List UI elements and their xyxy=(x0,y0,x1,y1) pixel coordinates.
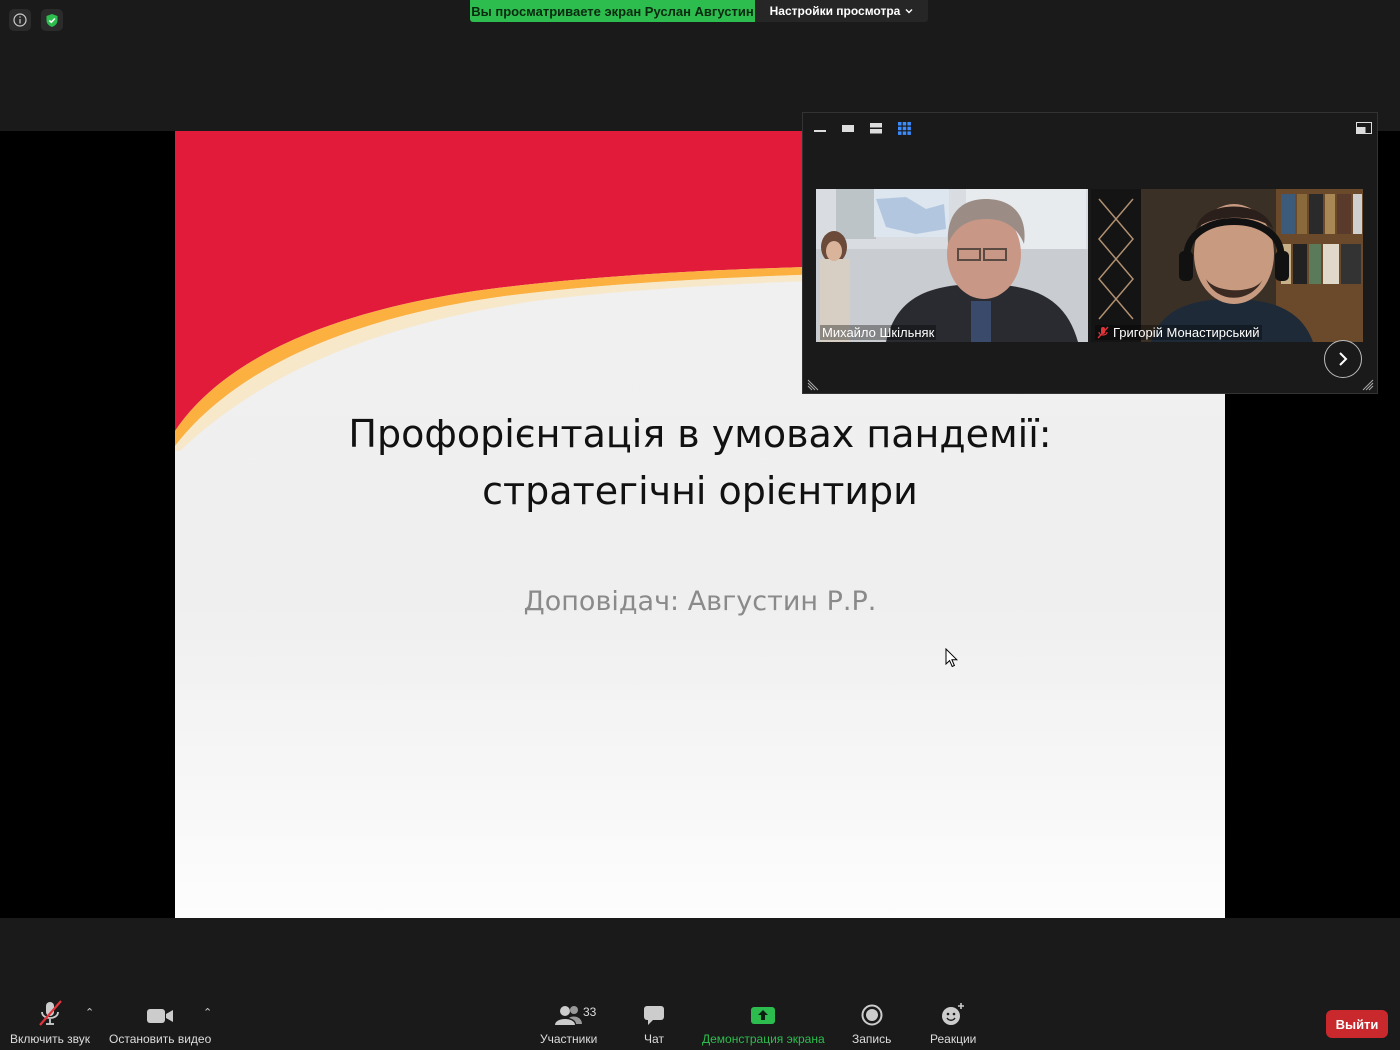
chevron-right-icon xyxy=(1339,352,1348,366)
share-screen-button[interactable]: Демонстрация экрана xyxy=(702,998,825,1046)
reactions-button[interactable]: Реакции xyxy=(930,998,976,1046)
view-options-label: Настройки просмотра xyxy=(769,4,901,18)
meeting-info-icon[interactable] xyxy=(9,9,31,31)
next-page-button[interactable] xyxy=(1324,340,1362,378)
participant-name: Григорій Монастирський xyxy=(1113,325,1260,340)
stop-video-label: Остановить видео xyxy=(109,1032,212,1046)
video-options-caret-icon[interactable]: ⌃ xyxy=(203,1006,212,1019)
minimize-icon xyxy=(814,130,826,132)
unmute-label: Включить звук xyxy=(10,1032,91,1046)
hide-video-button[interactable] xyxy=(810,121,830,135)
participant-video-image xyxy=(1091,189,1363,342)
audio-options-caret-icon[interactable]: ⌃ xyxy=(85,1006,94,1019)
single-tile-icon xyxy=(842,124,854,132)
chat-label: Чат xyxy=(644,1032,664,1046)
slide-subtitle: Доповідач: Августин Р.Р. xyxy=(523,586,877,617)
video-camera-icon xyxy=(147,1009,174,1023)
participant-name: Михайло Шкільняк xyxy=(822,325,935,340)
leave-meeting-button[interactable]: Выйти xyxy=(1326,1010,1388,1038)
reactions-label: Реакции xyxy=(930,1032,977,1046)
emoji-add-icon xyxy=(942,1003,965,1025)
chevron-down-icon xyxy=(905,9,913,14)
video-thumbnail-panel[interactable]: Михайло Шкільняк Григорій Монастирський xyxy=(802,112,1378,394)
view-options-dropdown[interactable]: Настройки просмотра xyxy=(755,0,928,22)
record-label: Запись xyxy=(852,1032,892,1046)
participant-video-image xyxy=(816,189,1088,342)
participants-icon xyxy=(554,1006,582,1025)
slide-title: Профорієнтація в умовах пандемії: страте… xyxy=(175,406,1225,520)
participant-video-tile[interactable]: Григорій Монастирський xyxy=(1091,189,1363,342)
share-screen-arrow-icon xyxy=(751,1007,776,1024)
slide-title-line1: Профорієнтація в умовах пандемії: xyxy=(348,412,1052,456)
muted-microphone-icon xyxy=(39,1000,62,1026)
resize-handle-icon[interactable] xyxy=(1362,379,1374,391)
slide-title-line2: стратегічні орієнтири xyxy=(482,469,918,513)
exit-minimized-button[interactable] xyxy=(1354,121,1374,135)
chat-button[interactable]: Чат xyxy=(643,998,665,1046)
gallery-view-button[interactable] xyxy=(894,121,914,135)
active-speaker-view-button[interactable] xyxy=(838,121,858,135)
unmute-button[interactable]: Включить звук xyxy=(10,998,90,1046)
participants-count-badge: 33 xyxy=(583,1005,597,1019)
muted-mic-icon xyxy=(1097,326,1109,339)
resize-handle-icon[interactable] xyxy=(807,379,819,391)
participant-name-label: Михайло Шкільняк xyxy=(820,325,937,340)
grid-icon xyxy=(897,121,911,135)
participants-label: Участники xyxy=(540,1032,598,1046)
chat-bubble-icon xyxy=(644,1006,664,1025)
mouse-cursor-icon xyxy=(945,648,959,668)
strip-view-button[interactable] xyxy=(866,121,886,135)
participant-video-tile[interactable]: Михайло Шкільняк xyxy=(816,189,1088,342)
participant-name-label: Григорій Монастирський xyxy=(1095,325,1262,340)
window-dock-icon xyxy=(1356,122,1372,134)
screen-share-banner: Вы просматриваете экран Руслан Августин xyxy=(470,0,755,22)
share-screen-label: Демонстрация экрана xyxy=(702,1032,825,1046)
stacked-tiles-icon xyxy=(870,122,882,133)
security-shield-icon[interactable] xyxy=(41,9,63,31)
stop-video-button[interactable]: Остановить видео xyxy=(109,998,211,1046)
meeting-toolbar: Включить звук ⌃ Остановить видео ⌃ Участ… xyxy=(0,918,1400,1050)
record-icon xyxy=(861,1004,883,1026)
record-button[interactable]: Запись xyxy=(852,998,891,1046)
